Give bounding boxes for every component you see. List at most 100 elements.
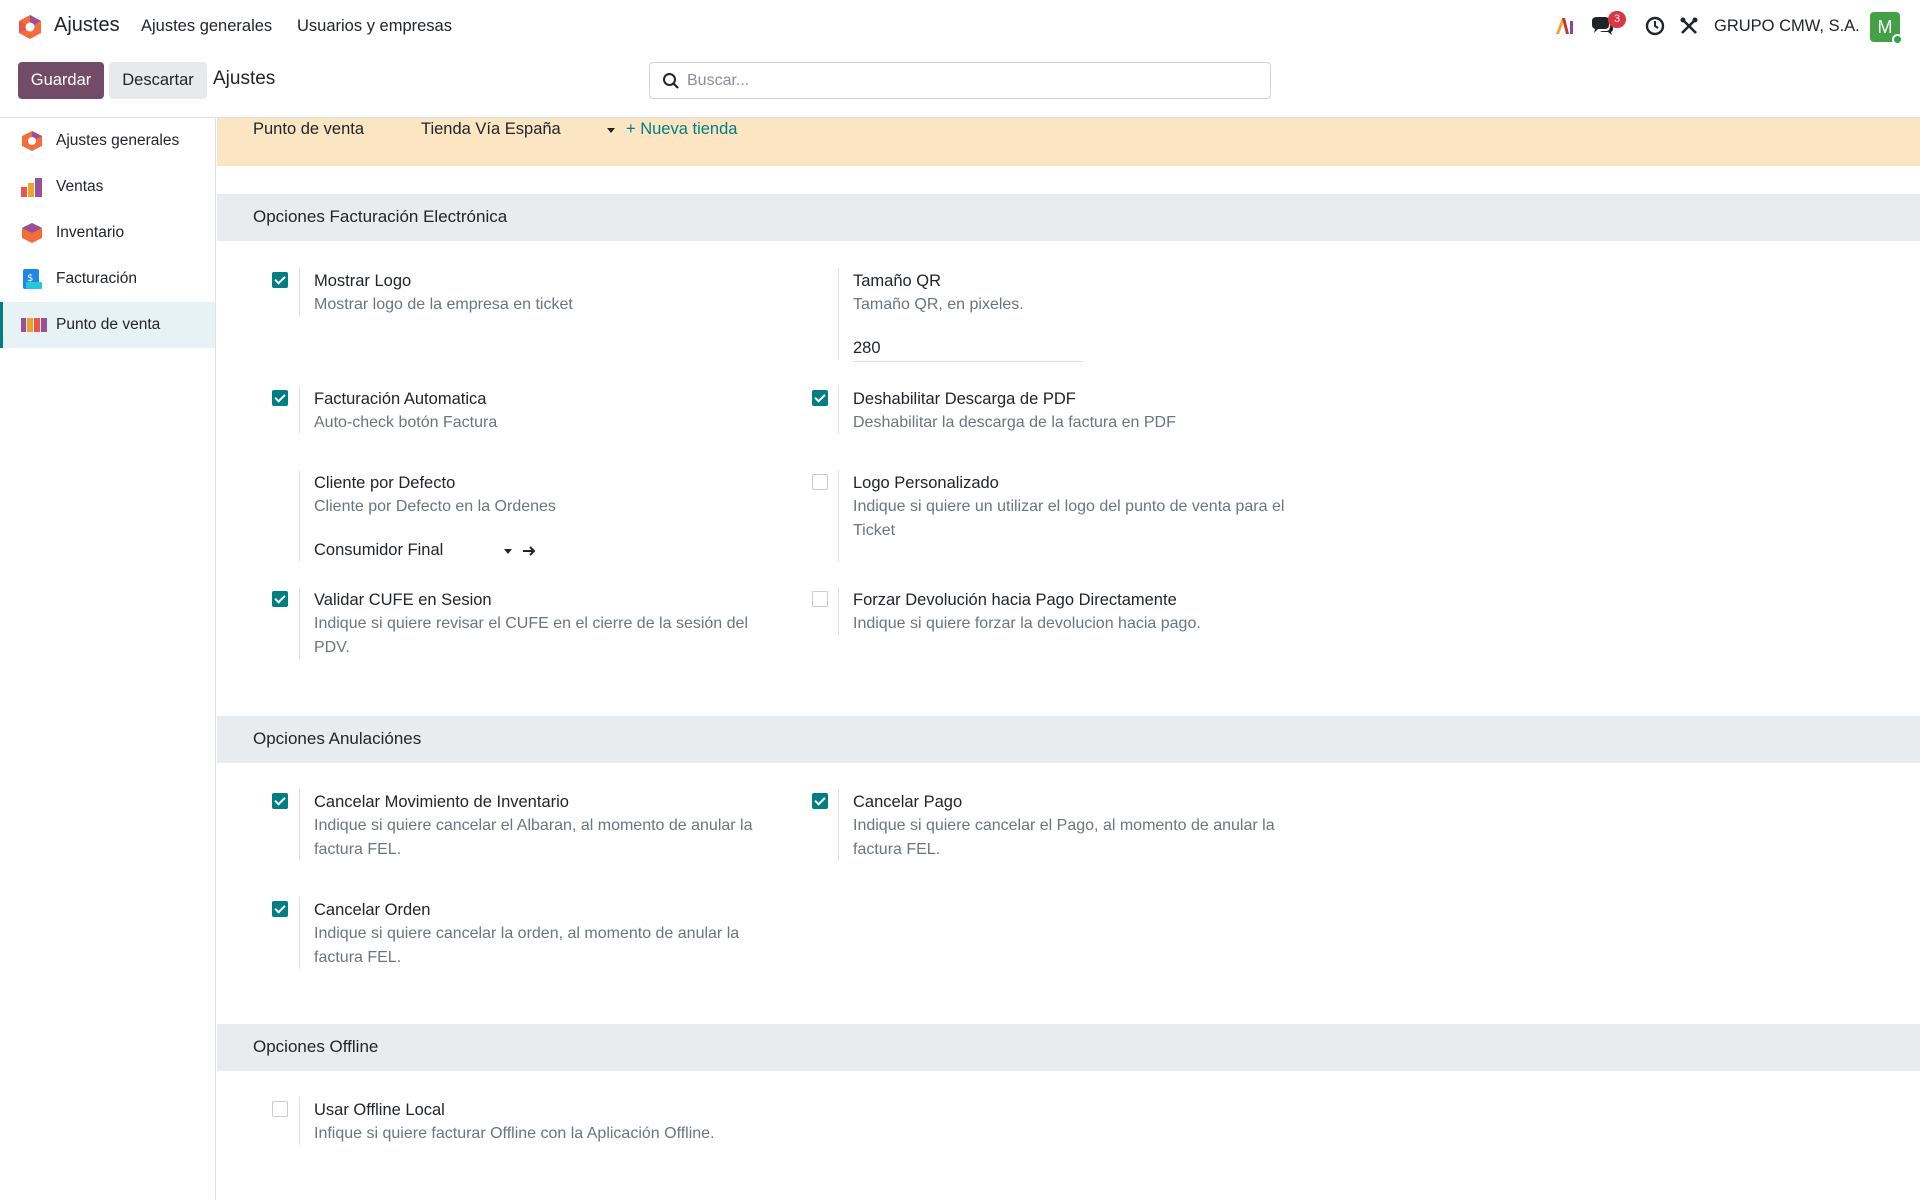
discard-button[interactable]: Descartar bbox=[109, 62, 207, 99]
sidebar-item-label: Inventario bbox=[56, 224, 125, 241]
settings-content: Punto de venta Tienda Vía España + Nueva… bbox=[217, 118, 1920, 1200]
internal-link-arrow-icon[interactable] bbox=[521, 543, 537, 559]
menu-ajustes-generales[interactable]: Ajustes generales bbox=[141, 17, 272, 36]
store-select[interactable]: Tienda Vía España bbox=[421, 120, 617, 144]
search-box[interactable] bbox=[649, 62, 1271, 99]
chevron-down-icon bbox=[504, 549, 512, 554]
settings-app-icon bbox=[22, 131, 42, 151]
setting-description: Infique si quiere facturar Offline con l… bbox=[314, 1125, 715, 1142]
setting-title: Cancelar Pago bbox=[853, 793, 963, 811]
setting-description: Indique si quiere cancelar el Albaran, a… bbox=[314, 817, 753, 858]
default-customer-value: Consumidor Final bbox=[314, 541, 444, 559]
section-header-fel: Opciones Facturación Electrónica bbox=[217, 194, 1920, 241]
setting-description: Cliente por Defecto en la Ordenes bbox=[314, 498, 556, 515]
setting-description: Mostrar logo de la empresa en ticket bbox=[314, 296, 573, 313]
setting-title: Mostrar Logo bbox=[314, 272, 412, 290]
top-navbar: Ajustes Ajustes generales Usuarios y emp… bbox=[0, 0, 1920, 52]
divider bbox=[838, 789, 839, 861]
logo-personalizado-checkbox[interactable] bbox=[812, 474, 828, 490]
invoicing-app-icon: $ bbox=[23, 269, 42, 289]
sidebar-item-facturacion[interactable]: $ Facturación bbox=[0, 256, 215, 302]
sidebar-item-ajustes-generales[interactable]: Ajustes generales bbox=[0, 118, 215, 164]
divider bbox=[299, 587, 300, 659]
section-header-offline: Opciones Offline bbox=[217, 1024, 1920, 1071]
setting-title: Tamaño QR bbox=[853, 272, 942, 290]
forzar-devolucion-checkbox[interactable] bbox=[812, 591, 828, 607]
sidebar-item-ventas[interactable]: Ventas bbox=[0, 164, 215, 210]
sidebar-item-label: Ventas bbox=[56, 178, 104, 195]
section-title: Opciones Offline bbox=[253, 1037, 379, 1056]
inventory-app-icon bbox=[22, 223, 42, 243]
search-input[interactable] bbox=[687, 67, 1247, 95]
setting-title: Cancelar Orden bbox=[314, 901, 431, 919]
settings-sidebar: Ajustes generales Ventas Inventario $ Fa… bbox=[0, 118, 216, 1200]
new-store-link[interactable]: + Nueva tienda bbox=[626, 120, 737, 139]
divider bbox=[299, 1097, 300, 1145]
avatar-letter: M bbox=[1877, 17, 1893, 37]
setting-description: Indique si quiere un utilizar el logo de… bbox=[853, 498, 1285, 539]
qr-size-input[interactable]: 280 bbox=[853, 339, 1083, 358]
setting-description: Indique si quiere forzar la devolucion h… bbox=[853, 615, 1201, 632]
setting-title: Deshabilitar Descarga de PDF bbox=[853, 390, 1076, 408]
cancelar-pago-checkbox[interactable] bbox=[812, 793, 828, 809]
page-title: Ajustes bbox=[213, 68, 276, 89]
save-button[interactable]: Guardar bbox=[18, 62, 104, 99]
setting-title: Validar CUFE en Sesion bbox=[314, 591, 492, 609]
setting-description: Deshabilitar la descarga de la factura e… bbox=[853, 414, 1176, 431]
divider bbox=[838, 386, 839, 434]
section-title: Opciones Facturación Electrónica bbox=[253, 207, 508, 226]
divider bbox=[838, 587, 839, 635]
setting-description: Indique si quiere cancelar el Pago, al m… bbox=[853, 817, 1275, 858]
setting-title: Facturación Automatica bbox=[314, 390, 487, 408]
online-status-icon bbox=[1892, 34, 1903, 45]
pos-app-icon bbox=[21, 318, 47, 332]
ai-icon[interactable] bbox=[1554, 12, 1576, 40]
setting-description: Tamaño QR, en pixeles. bbox=[853, 296, 1024, 313]
sidebar-item-label: Ajustes generales bbox=[56, 132, 180, 149]
divider bbox=[838, 470, 839, 562]
validar-cufe-checkbox[interactable] bbox=[272, 591, 288, 607]
tools-icon[interactable] bbox=[1678, 12, 1700, 40]
deshabilitar-pdf-checkbox[interactable] bbox=[812, 390, 828, 406]
store-label: Punto de venta bbox=[253, 120, 365, 138]
store-selector-band: Punto de venta Tienda Vía España + Nueva… bbox=[217, 118, 1920, 166]
setting-title: Logo Personalizado bbox=[853, 474, 999, 492]
sidebar-item-label: Facturación bbox=[56, 270, 137, 287]
chevron-down-icon bbox=[607, 128, 615, 133]
divider bbox=[299, 470, 300, 562]
divider bbox=[838, 268, 839, 360]
sidebar-item-label: Punto de venta bbox=[56, 316, 161, 333]
clock-icon[interactable] bbox=[1644, 12, 1666, 40]
cancelar-orden-checkbox[interactable] bbox=[272, 901, 288, 917]
company-switcher[interactable]: GRUPO CMW, S.A. bbox=[1714, 17, 1860, 36]
setting-title: Usar Offline Local bbox=[314, 1101, 445, 1119]
setting-title: Cliente por Defecto bbox=[314, 474, 456, 492]
setting-description: Indique si quiere revisar el CUFE en el … bbox=[314, 615, 748, 656]
divider bbox=[299, 268, 300, 316]
divider bbox=[299, 789, 300, 861]
messages-badge: 3 bbox=[1608, 11, 1626, 28]
setting-description: Indique si quiere cancelar la orden, al … bbox=[314, 925, 740, 966]
input-underline bbox=[853, 361, 1083, 362]
settings-app-icon[interactable] bbox=[18, 14, 42, 40]
app-name[interactable]: Ajustes bbox=[54, 14, 120, 37]
default-customer-select[interactable]: Consumidor Final bbox=[314, 541, 514, 560]
divider bbox=[299, 897, 300, 969]
mostrar-logo-checkbox[interactable] bbox=[272, 272, 288, 288]
cancelar-inventario-checkbox[interactable] bbox=[272, 793, 288, 809]
sales-app-icon bbox=[21, 178, 42, 197]
setting-title: Forzar Devolución hacia Pago Directament… bbox=[853, 591, 1177, 609]
facturacion-automatica-checkbox[interactable] bbox=[272, 390, 288, 406]
section-header-anulaciones: Opciones Anulaciónes bbox=[217, 716, 1920, 763]
setting-title: Cancelar Movimiento de Inventario bbox=[314, 793, 569, 811]
usar-offline-checkbox[interactable] bbox=[272, 1101, 288, 1117]
store-select-value: Tienda Vía España bbox=[421, 120, 561, 138]
section-title: Opciones Anulaciónes bbox=[253, 729, 422, 748]
svg-text:$: $ bbox=[27, 273, 33, 284]
sidebar-item-punto-de-venta[interactable]: Punto de venta bbox=[0, 302, 215, 348]
avatar[interactable]: M bbox=[1870, 12, 1903, 45]
search-icon bbox=[663, 73, 679, 89]
divider bbox=[299, 386, 300, 434]
menu-usuarios-empresas[interactable]: Usuarios y empresas bbox=[297, 17, 452, 36]
sidebar-item-inventario[interactable]: Inventario bbox=[0, 210, 215, 256]
